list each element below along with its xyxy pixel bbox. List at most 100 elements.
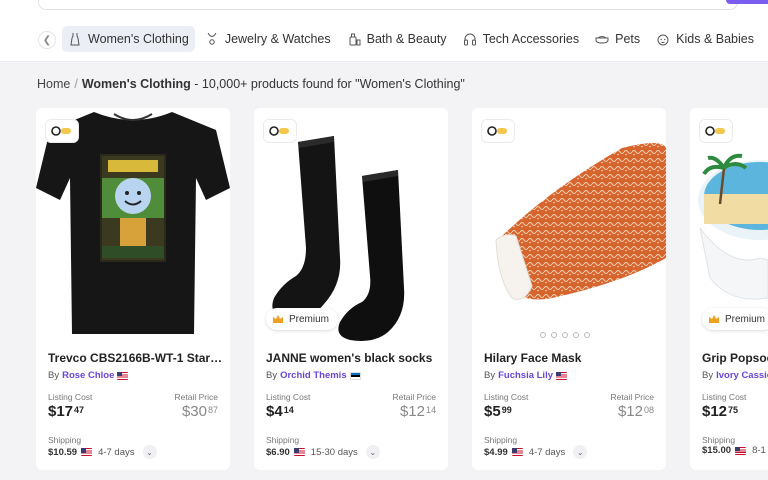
- category-kids-babies[interactable]: Kids & Babies: [650, 26, 760, 52]
- product-card[interactable]: Premium Grip Popsocket By Ivory Cassio L…: [690, 108, 768, 470]
- crown-icon: [709, 315, 719, 323]
- retail-dollars: $12: [399, 403, 425, 420]
- category-home[interactable]: H: [764, 26, 768, 52]
- carousel-dot[interactable]: [573, 332, 579, 338]
- t-shirt-image: [36, 112, 230, 334]
- category-womens-clothing[interactable]: Women's Clothing: [62, 26, 195, 52]
- listing-cost-value: $414: [266, 403, 294, 420]
- seller-line: By Rose Chloe: [48, 370, 129, 381]
- breadcrumb-separator: /: [74, 77, 78, 91]
- seller-line: By Fuchsia Lily: [484, 370, 567, 381]
- premium-label: Premium: [289, 313, 330, 325]
- category-bath-beauty[interactable]: Bath & Beauty: [341, 26, 453, 52]
- baby-icon: [657, 34, 669, 46]
- chevron-left-icon: ❮: [42, 34, 52, 46]
- retail-price-value: $1214: [400, 403, 436, 420]
- category-label: Pets: [615, 32, 641, 46]
- listing-cents: 14: [283, 405, 294, 415]
- listing-cents: 75: [728, 405, 739, 415]
- pet-bed-icon: [595, 36, 609, 44]
- shipping-info: $15.00 8-1: [702, 445, 766, 456]
- shipping-label: Shipping: [48, 435, 82, 445]
- listing-dollars: $12: [702, 403, 728, 420]
- us-flag-icon: [293, 448, 305, 456]
- listing-cost-label: Listing Cost: [48, 392, 93, 402]
- product-title[interactable]: Grip Popsocket: [702, 351, 768, 365]
- shipping-dropdown-button[interactable]: ⌄: [142, 445, 157, 459]
- product-card[interactable]: Trevco CBS2166B-WT-1 Star Tr... By Rose …: [36, 108, 230, 470]
- retail-cents: 08: [643, 405, 654, 415]
- listing-dollars: $17: [48, 403, 74, 420]
- chevron-down-icon: ⌄: [576, 447, 584, 457]
- carousel-dot[interactable]: [551, 332, 557, 338]
- product-title[interactable]: Trevco CBS2166B-WT-1 Star Tr...: [48, 351, 224, 365]
- by-label: By: [266, 370, 278, 381]
- listing-cost-value: $599: [484, 403, 512, 420]
- top-bar: [0, 0, 768, 16]
- us-flag-icon: [81, 448, 93, 456]
- category-label: Tech Accessories: [482, 32, 580, 46]
- carousel-dot[interactable]: [562, 332, 568, 338]
- breadcrumb: Home / Women's Clothing - 10,000+ products…: [37, 77, 465, 91]
- us-flag-icon: [556, 371, 567, 380]
- brand-logo-icon: [51, 126, 71, 136]
- retail-price-label: Retail Price: [610, 392, 654, 402]
- product-card[interactable]: Premium JANNE women's black socks By Orc…: [254, 108, 448, 470]
- retail-price-value: $3087: [182, 403, 218, 420]
- seller-name[interactable]: Orchid Themis: [280, 370, 347, 381]
- necklace-icon: [207, 32, 217, 45]
- premium-badge: Premium: [702, 308, 768, 330]
- search-button[interactable]: [726, 0, 768, 4]
- product-image[interactable]: [36, 108, 230, 342]
- listing-cost-value: $1747: [48, 403, 84, 420]
- headphones-icon: [463, 33, 476, 46]
- socks-image: [272, 136, 405, 341]
- crown-icon: [273, 315, 283, 323]
- product-card[interactable]: Hilary Face Mask By Fuchsia Lily Listing…: [472, 108, 666, 470]
- category-prev-button[interactable]: ❮: [38, 31, 56, 49]
- shipping-dropdown-button[interactable]: ⌄: [365, 445, 380, 459]
- shipping-dropdown-button[interactable]: ⌄: [573, 445, 588, 459]
- shipping-info: $6.90 15-30 days ⌄: [266, 445, 380, 459]
- estonia-flag-icon: [349, 371, 361, 380]
- shipping-label: Shipping: [266, 435, 300, 445]
- product-image[interactable]: Premium: [690, 108, 768, 342]
- product-title[interactable]: Hilary Face Mask: [484, 351, 660, 365]
- search-input[interactable]: [38, 0, 738, 10]
- face-mask-image: [495, 143, 666, 300]
- listing-cost-value: $1275: [702, 403, 738, 420]
- seller-name[interactable]: Rose Chloe: [62, 370, 114, 381]
- category-label: Jewelry & Watches: [224, 32, 331, 46]
- category-jewelry-watches[interactable]: Jewelry & Watches: [199, 26, 337, 52]
- popsocket-image: [698, 153, 768, 300]
- product-image[interactable]: [472, 108, 666, 342]
- us-flag-icon: [735, 446, 747, 455]
- seller-name[interactable]: Ivory Cassio: [716, 370, 768, 381]
- shipping-cost: $15.00: [702, 445, 732, 456]
- retail-dollars: $12: [617, 403, 643, 420]
- retail-dollars: $30: [181, 403, 207, 420]
- shipping-days: 4-7 days: [98, 446, 135, 458]
- product-title[interactable]: JANNE women's black socks: [266, 351, 442, 365]
- breadcrumb-home-link[interactable]: Home: [37, 77, 70, 91]
- shipping-info: $10.59 4-7 days ⌄: [48, 445, 157, 459]
- listing-dollars: $4: [266, 403, 283, 420]
- category-bar: ❮ Women's Clothing Jewelry & Watches Bat…: [0, 16, 768, 62]
- supplier-logo: [46, 120, 78, 142]
- us-flag-icon: [511, 448, 523, 456]
- category-label: Kids & Babies: [676, 32, 754, 46]
- premium-label: Premium: [725, 313, 766, 325]
- image-carousel-dots[interactable]: [540, 332, 590, 338]
- listing-cost-label: Listing Cost: [702, 392, 747, 402]
- brand-logo-icon: [705, 126, 725, 136]
- carousel-dot[interactable]: [540, 332, 546, 338]
- category-tech-accessories[interactable]: Tech Accessories: [457, 26, 586, 52]
- seller-line: By Orchid Themis: [266, 370, 361, 381]
- shipping-days: 8-1: [752, 445, 766, 456]
- product-image[interactable]: Premium: [254, 108, 448, 342]
- dress-icon: [70, 33, 80, 46]
- carousel-dot[interactable]: [584, 332, 590, 338]
- category-pets[interactable]: Pets: [589, 26, 646, 52]
- retail-price-label: Retail Price: [392, 392, 436, 402]
- seller-name[interactable]: Fuchsia Lily: [498, 370, 553, 381]
